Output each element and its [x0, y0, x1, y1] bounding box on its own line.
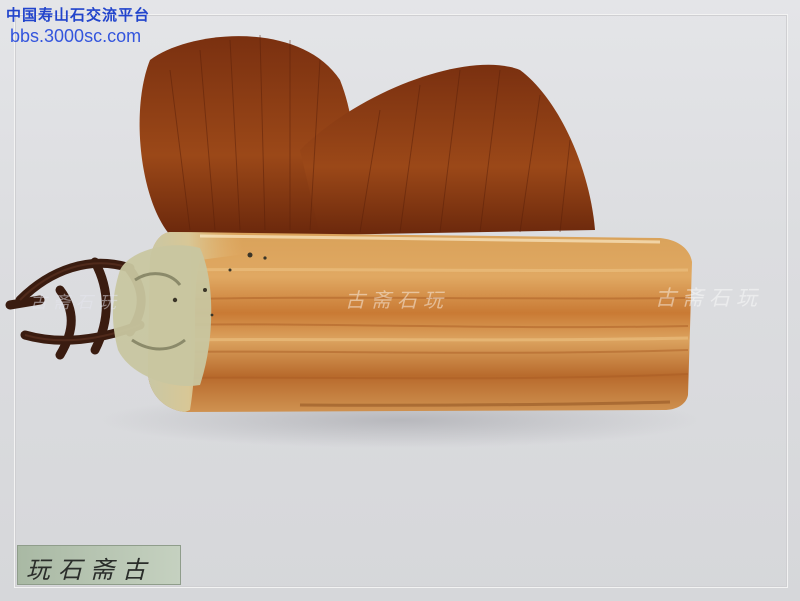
- seal-watermark-right: 古斋石玩: [655, 286, 763, 310]
- tassel-icon: [139, 34, 595, 236]
- site-name-watermark: 中国寿山石交流平台: [6, 6, 151, 24]
- site-url-watermark: bbs.3000sc.com: [10, 26, 142, 46]
- stone-body: [112, 232, 692, 412]
- shop-logo-text: 玩石斋古: [26, 556, 154, 584]
- seal-watermark-left: 古斋石玩: [30, 293, 122, 313]
- seal-watermark-center: 古斋石玩: [345, 288, 449, 312]
- photo-frame: 中国寿山石交流平台 bbs.3000sc.com 古斋石玩 古斋石玩 古斋石玩 …: [0, 0, 800, 601]
- shop-logo: 玩石斋古: [17, 545, 181, 585]
